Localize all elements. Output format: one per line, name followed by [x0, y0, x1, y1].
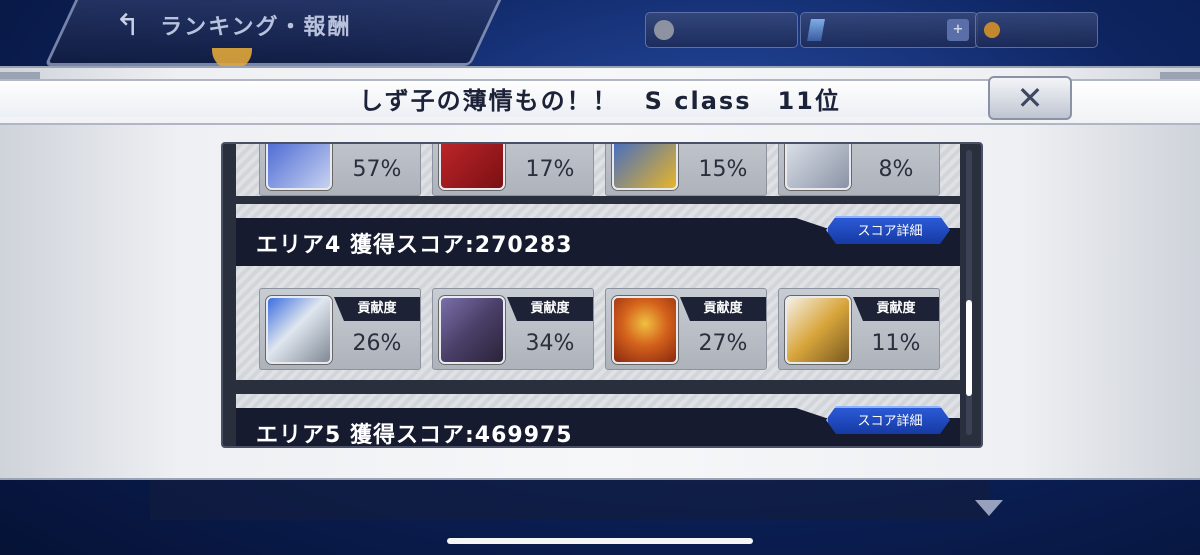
unit-card[interactable]: 貢献度 27% [605, 288, 767, 370]
back-arrow-icon: ↰ [115, 7, 141, 43]
unit-card[interactable]: 貢献度 34% [432, 288, 594, 370]
contribution-label: 貢献度 [507, 297, 593, 321]
contribution-label: 貢献度 [680, 297, 766, 321]
unit-card[interactable]: 貢献度 11% [778, 288, 940, 370]
back-title: ランキング・報酬 [160, 15, 352, 40]
score-list-panel[interactable]: 57% 17% 15% 8% エリア4 獲得スコア:270283 スコア詳細 貢… [221, 142, 983, 448]
unit-percent: 17% [525, 157, 575, 182]
scroll-down-arrow-icon[interactable] [975, 500, 1003, 516]
unit-card[interactable]: 57% [259, 144, 421, 196]
area-card: エリア5 獲得スコア:469975 スコア詳細 [236, 394, 960, 448]
contribution-label: 貢献度 [853, 297, 939, 321]
scrollbar-thumb[interactable] [966, 300, 972, 396]
contribution-label: 貢献度 [334, 297, 420, 321]
unit-percent: 26% [352, 331, 402, 356]
resource-box-3 [975, 12, 1098, 48]
unit-portrait [266, 296, 332, 364]
unit-percent: 8% [878, 157, 914, 182]
unit-percent: 15% [698, 157, 748, 182]
unit-card[interactable]: 17% [432, 144, 594, 196]
unit-percent: 34% [525, 331, 575, 356]
area-card-partial: 57% 17% 15% 8% [236, 144, 960, 196]
unit-card[interactable]: 15% [605, 144, 767, 196]
unit-portrait [439, 144, 505, 190]
area-title: エリア5 獲得スコア:469975 [256, 423, 573, 448]
area-title: エリア4 獲得スコア:270283 [256, 233, 573, 258]
unit-percent: 27% [698, 331, 748, 356]
gem-icon [807, 19, 825, 41]
plus-icon[interactable]: + [947, 19, 969, 41]
unit-portrait [612, 144, 678, 190]
score-detail-button[interactable]: スコア詳細 [826, 406, 950, 434]
back-button[interactable]: ↰ ランキング・報酬 [115, 4, 455, 46]
unit-portrait [785, 144, 851, 190]
unit-row: 57% 17% 15% 8% [259, 144, 940, 196]
unit-portrait [266, 144, 332, 190]
score-list: 57% 17% 15% 8% エリア4 獲得スコア:270283 スコア詳細 貢… [236, 144, 960, 446]
bottom-background-panel [150, 480, 990, 520]
home-indicator[interactable] [447, 538, 753, 544]
score-detail-button[interactable]: スコア詳細 [826, 216, 950, 244]
close-button[interactable]: ✕ [988, 76, 1072, 120]
top-bar: ↰ ランキング・報酬 + [0, 0, 1200, 70]
round-icon [654, 20, 674, 40]
unit-percent: 11% [871, 331, 921, 356]
area-card: エリア4 獲得スコア:270283 スコア詳細 貢献度 26% 貢献度 34% … [236, 204, 960, 380]
unit-portrait [785, 296, 851, 364]
unit-portrait [612, 296, 678, 364]
resource-box-1 [645, 12, 798, 48]
resource-box-2: + [800, 12, 978, 48]
coin-icon [984, 22, 1000, 38]
unit-card[interactable]: 8% [778, 144, 940, 196]
unit-row: 貢献度 26% 貢献度 34% 貢献度 27% 貢献度 11% [259, 288, 940, 370]
unit-percent: 57% [352, 157, 402, 182]
unit-portrait [439, 296, 505, 364]
unit-card[interactable]: 貢献度 26% [259, 288, 421, 370]
